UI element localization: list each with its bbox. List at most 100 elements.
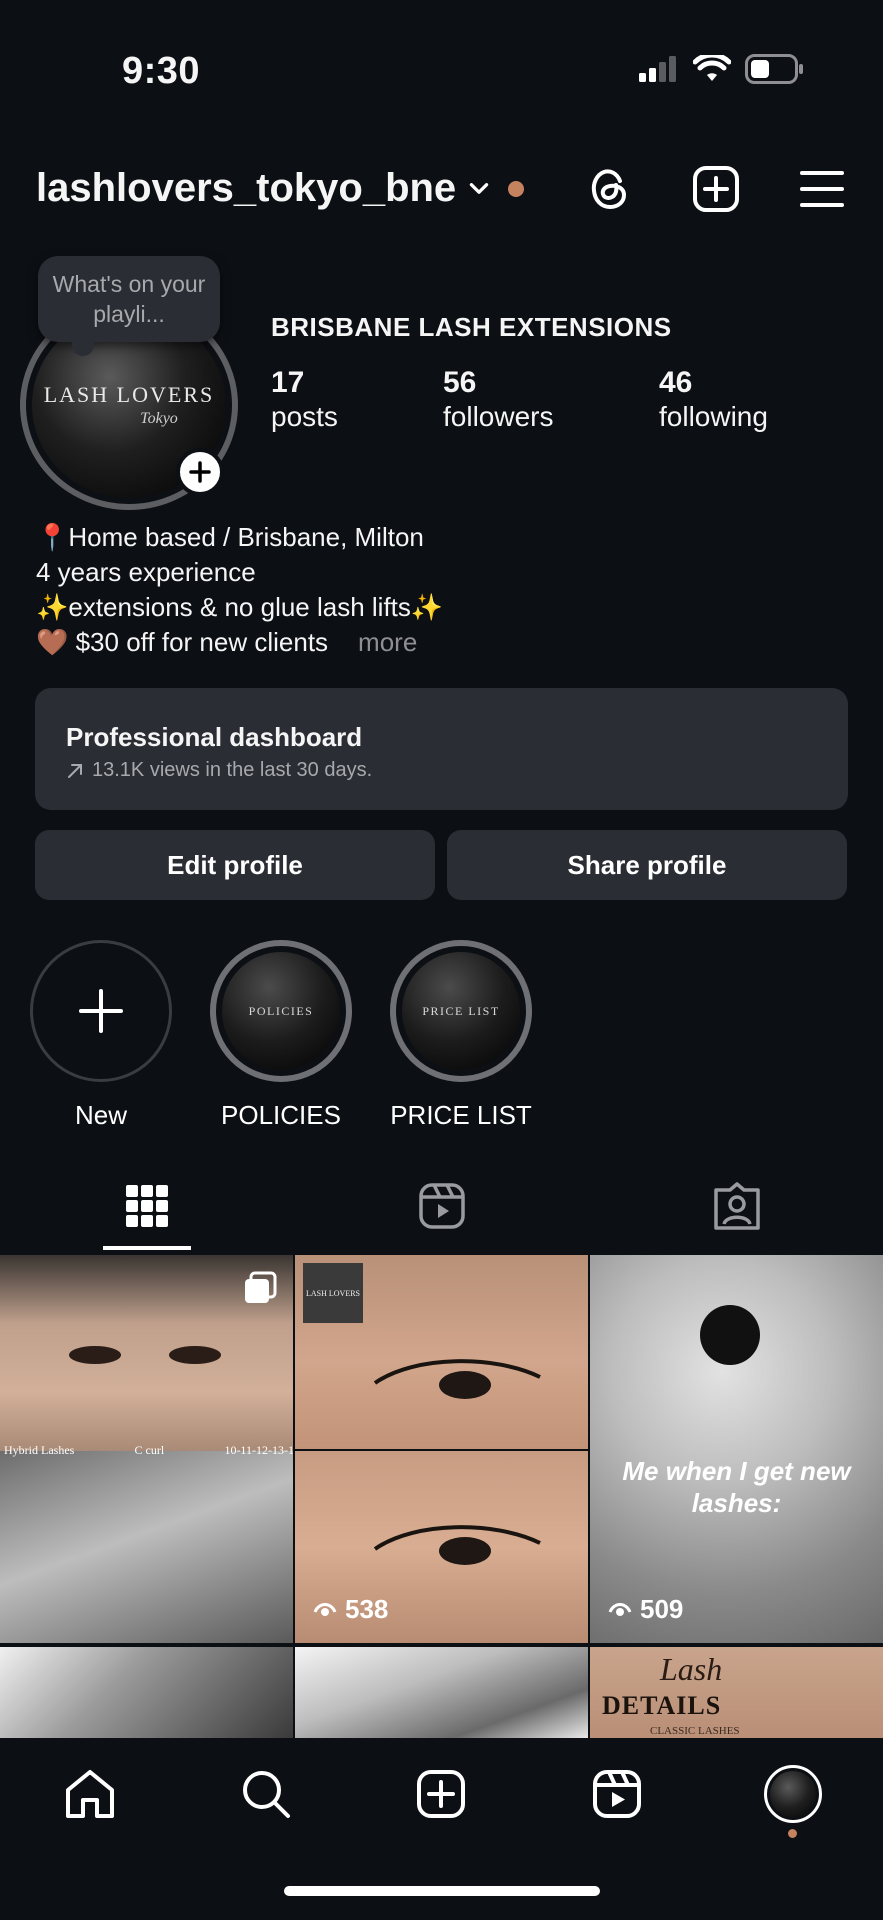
status-icons [639,54,805,84]
notification-dot [508,180,525,197]
highlight-cover-text: POLICIES [222,952,340,1070]
grid-post[interactable]: Me when I get new lashes: 509 [590,1255,883,1643]
profile-name: BRISBANE LASH EXTENSIONS [271,312,672,342]
highlight-cover: PRICE LIST [390,940,532,1082]
nav-create[interactable] [411,1764,471,1824]
share-profile-button[interactable]: Share profile [447,830,847,900]
view-count-value: 509 [640,1594,684,1624]
post-caption: Hybrid Lashes C curl 10-11-12-13-1 [4,1443,293,1458]
grid-post[interactable]: LASH LOVERS 538 [295,1255,588,1643]
reels-icon [593,1770,641,1818]
reels-icon [419,1183,465,1229]
grid-post[interactable]: Hybrid Lashes C curl 10-11-12-13-1 [0,1255,293,1643]
bio: 📍Home based / Brisbane, Milton 4 years e… [36,520,443,660]
eye-illustration [373,1359,541,1399]
professional-dashboard[interactable]: Professional dashboard 13.1K views in th… [35,688,848,810]
dog-nose [700,1305,760,1365]
highlight-cover: POLICIES [210,940,352,1082]
nav-home[interactable] [60,1764,120,1824]
post-image [590,1255,883,1643]
avatar-subbrand: Tokyo [140,410,178,427]
highlight-policies[interactable]: POLICIES POLICIES [210,940,352,1131]
account-switcher[interactable]: lashlovers_tokyo_bne [36,166,525,211]
caption-right: 10-11-12-13-1 [224,1443,293,1457]
caption-left: Hybrid Lashes [4,1443,75,1457]
search-icon [243,1771,290,1818]
nav-profile[interactable] [763,1764,823,1824]
followers-count[interactable]: 56 followers [443,366,553,434]
dashboard-title: Professional dashboard [66,722,363,752]
plus-icon [189,461,211,483]
highlight-label: PRICE LIST [390,1100,532,1130]
post-subtitle: DETAILS [602,1691,722,1720]
avatar-image [770,1771,816,1817]
play-icon [313,1602,337,1616]
tagged-icon [714,1182,760,1230]
post-overlay-text: Me when I get new lashes: [622,1456,851,1518]
note-text: What's on your playli... [52,271,206,327]
dashboard-subtitle: 13.1K views in the last 30 days. [66,759,817,782]
profile-avatar [764,1765,822,1823]
active-tab-indicator [103,1246,191,1250]
edit-profile-button[interactable]: Edit profile [35,830,435,900]
home-indicator[interactable] [284,1886,600,1896]
plus-icon [79,989,123,1033]
following-value: 46 [659,366,693,399]
grid-post[interactable]: Lash DETAILS CLASSIC LASHES [590,1647,883,1738]
highlight-label: POLICIES [221,1100,341,1130]
post-tag: CLASSIC LASHES [650,1725,740,1737]
bio-line: 4 years experience [36,557,256,587]
post-logo: LASH LOVERS [303,1263,363,1323]
home-icon [66,1770,114,1818]
nav-reels[interactable] [587,1764,647,1824]
threads-button[interactable] [584,163,636,215]
view-count: 509 [608,1594,683,1625]
post-title: Lash [660,1651,723,1687]
posts-value: 17 [271,366,305,399]
posts-label: posts [271,401,338,432]
posts-count[interactable]: 17 posts [271,366,338,434]
create-button[interactable] [690,163,742,215]
grid-icon [126,1185,168,1227]
bio-line: 🤎 $30 off for new clients more [36,625,443,660]
add-story-button[interactable] [176,448,224,496]
menu-icon [800,171,844,207]
note-bubble[interactable]: What's on your playli... [38,256,220,356]
wifi-icon [693,55,731,81]
dashboard-views: 13.1K views in the last 30 days. [92,759,373,781]
followers-label: followers [443,401,554,432]
status-time: 9:30 [122,50,201,92]
avatar-brand: LASH LOVERS [43,382,215,407]
battery-icon [745,54,803,84]
nav-search[interactable] [236,1764,296,1824]
highlight-new[interactable]: New [30,940,172,1131]
tab-tagged[interactable] [692,1176,782,1236]
following-count[interactable]: 46 following [659,366,768,434]
cellular-signal-icon [639,56,676,82]
highlight-cover [30,940,172,1082]
bio-line: 📍Home based / Brisbane, Milton [36,522,424,552]
bio-line: ✨extensions & no glue lash lifts✨ [36,592,444,622]
highlight-price-list[interactable]: PRICE LIST PRICE LIST [390,940,532,1131]
eyes-illustration [69,1346,221,1364]
tab-posts[interactable] [102,1176,192,1236]
bio-line-text: 🤎 $30 off for new clients [36,627,329,657]
carousel-icon [245,1271,277,1303]
post-image [0,1647,293,1738]
threads-icon [591,169,627,210]
post-image [0,1451,293,1643]
highlight-label: New [74,1100,127,1130]
tab-reels[interactable] [397,1176,487,1236]
chevron-down-icon [469,182,489,194]
post-image [295,1647,588,1738]
followers-value: 56 [443,366,477,399]
trend-arrow-icon [68,763,82,778]
following-label: following [659,401,768,432]
bio-more-link[interactable]: more [358,627,417,657]
grid-post[interactable] [0,1647,293,1738]
grid-post[interactable] [295,1647,588,1738]
username: lashlovers_tokyo_bne [36,166,457,210]
eye-illustration [373,1525,541,1565]
menu-button[interactable] [796,163,848,215]
profile-notification-dot [788,1829,797,1838]
